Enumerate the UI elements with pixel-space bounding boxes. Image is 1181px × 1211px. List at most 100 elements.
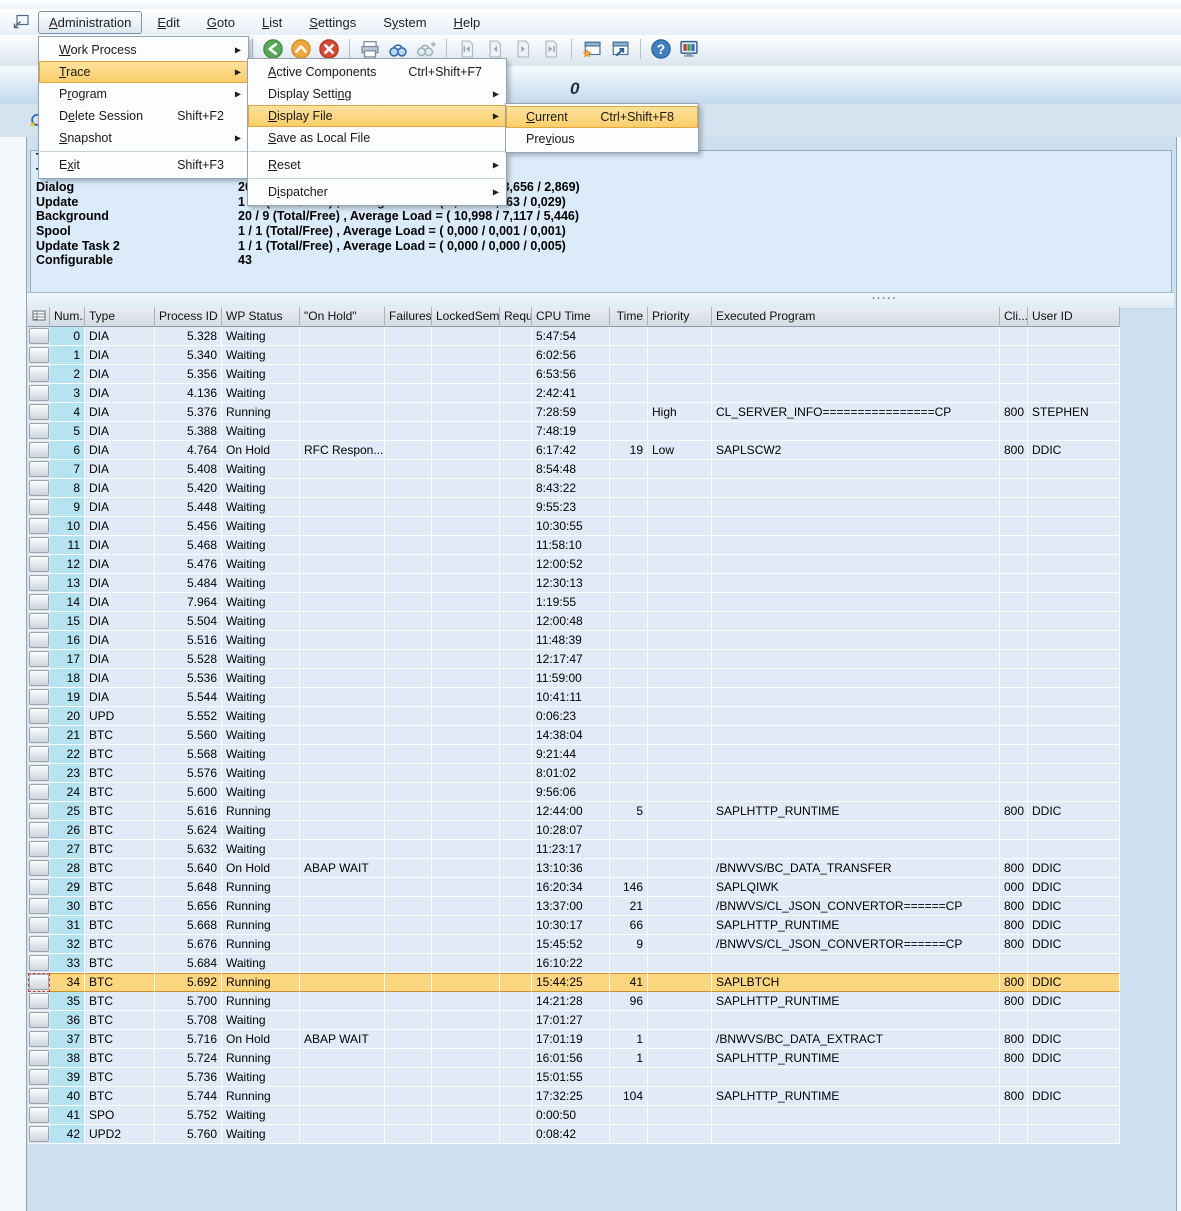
cell-pid[interactable]: 5.668 — [155, 916, 222, 935]
cell-cpu[interactable]: 1:19:55 — [532, 593, 610, 612]
cell-num[interactable]: 7 — [50, 460, 85, 479]
cell-cli[interactable] — [1000, 821, 1028, 840]
cell-time[interactable] — [610, 479, 648, 498]
cell-num[interactable]: 4 — [50, 403, 85, 422]
cell-fail[interactable] — [385, 1087, 432, 1106]
cell-hold[interactable] — [300, 821, 385, 840]
cell-prog[interactable]: CL_SERVER_INFO================CP — [712, 403, 1000, 422]
cell-cli[interactable]: 800 — [1000, 403, 1028, 422]
row-selector[interactable] — [28, 1068, 50, 1087]
back-icon[interactable] — [262, 38, 284, 60]
cell-prog[interactable] — [712, 688, 1000, 707]
column-header-prog[interactable]: Executed Program — [712, 307, 1000, 327]
cell-fail[interactable] — [385, 460, 432, 479]
cell-hold[interactable] — [300, 631, 385, 650]
cell-time[interactable] — [610, 612, 648, 631]
cell-wp[interactable]: Waiting — [222, 346, 300, 365]
cell-wp[interactable]: Waiting — [222, 783, 300, 802]
cell-user[interactable] — [1028, 498, 1120, 517]
cell-num[interactable]: 3 — [50, 384, 85, 403]
cell-pid[interactable]: 4.136 — [155, 384, 222, 403]
cell-cpu[interactable]: 10:41:11 — [532, 688, 610, 707]
row-selector-button[interactable] — [29, 347, 49, 363]
cell-lock[interactable] — [432, 973, 500, 992]
cell-cpu[interactable]: 15:01:55 — [532, 1068, 610, 1087]
cell-requ[interactable] — [500, 802, 532, 821]
cell-time[interactable] — [610, 422, 648, 441]
cell-num[interactable]: 19 — [50, 688, 85, 707]
row-selector[interactable] — [28, 1030, 50, 1049]
cell-hold[interactable] — [300, 745, 385, 764]
cell-wp[interactable]: Running — [222, 916, 300, 935]
cell-cli[interactable] — [1000, 745, 1028, 764]
cell-time[interactable] — [610, 593, 648, 612]
cell-lock[interactable] — [432, 384, 500, 403]
row-selector-button[interactable] — [29, 1012, 49, 1028]
cell-time[interactable]: 19 — [610, 441, 648, 460]
cell-lock[interactable] — [432, 992, 500, 1011]
row-selector[interactable] — [28, 669, 50, 688]
cell-hold[interactable] — [300, 422, 385, 441]
menu-item-trace[interactable]: Trace▶ — [39, 61, 248, 83]
cell-lock[interactable] — [432, 1106, 500, 1125]
cell-prog[interactable] — [712, 555, 1000, 574]
cell-cli[interactable]: 800 — [1000, 916, 1028, 935]
cell-prio[interactable] — [648, 365, 712, 384]
row-selector[interactable] — [28, 954, 50, 973]
cell-lock[interactable] — [432, 498, 500, 517]
cell-wp[interactable]: Waiting — [222, 460, 300, 479]
cell-pid[interactable]: 5.600 — [155, 783, 222, 802]
cell-prog[interactable] — [712, 954, 1000, 973]
cell-cli[interactable] — [1000, 517, 1028, 536]
cell-hold[interactable] — [300, 954, 385, 973]
menu-help[interactable]: Help — [451, 12, 484, 33]
cell-lock[interactable] — [432, 859, 500, 878]
cell-prio[interactable] — [648, 346, 712, 365]
cell-prog[interactable] — [712, 574, 1000, 593]
cell-time[interactable] — [610, 403, 648, 422]
cell-pid[interactable]: 5.340 — [155, 346, 222, 365]
row-selector[interactable] — [28, 878, 50, 897]
cell-lock[interactable] — [432, 346, 500, 365]
row-selector[interactable] — [28, 612, 50, 631]
cell-num[interactable]: 2 — [50, 365, 85, 384]
cell-cpu[interactable]: 0:06:23 — [532, 707, 610, 726]
cell-fail[interactable] — [385, 878, 432, 897]
cell-type[interactable]: BTC — [85, 859, 155, 878]
cell-hold[interactable] — [300, 935, 385, 954]
cell-hold[interactable] — [300, 327, 385, 346]
row-selector[interactable] — [28, 460, 50, 479]
cell-hold[interactable] — [300, 403, 385, 422]
cell-hold[interactable] — [300, 517, 385, 536]
cell-fail[interactable] — [385, 745, 432, 764]
cell-prio[interactable] — [648, 973, 712, 992]
cell-prio[interactable] — [648, 479, 712, 498]
cell-time[interactable]: 9 — [610, 935, 648, 954]
cell-cpu[interactable]: 13:37:00 — [532, 897, 610, 916]
cell-num[interactable]: 31 — [50, 916, 85, 935]
cell-pid[interactable]: 5.648 — [155, 878, 222, 897]
cell-lock[interactable] — [432, 783, 500, 802]
cell-fail[interactable] — [385, 802, 432, 821]
cell-prio[interactable] — [648, 1068, 712, 1087]
cell-prio[interactable] — [648, 726, 712, 745]
cell-prio[interactable] — [648, 555, 712, 574]
cell-user[interactable] — [1028, 346, 1120, 365]
cell-wp[interactable]: Waiting — [222, 384, 300, 403]
cell-requ[interactable] — [500, 1049, 532, 1068]
cell-type[interactable]: DIA — [85, 650, 155, 669]
cell-requ[interactable] — [500, 327, 532, 346]
row-selector[interactable] — [28, 441, 50, 460]
cell-fail[interactable] — [385, 688, 432, 707]
cell-lock[interactable] — [432, 1049, 500, 1068]
cell-cpu[interactable]: 12:17:47 — [532, 650, 610, 669]
cell-user[interactable]: STEPHEN — [1028, 403, 1120, 422]
cell-requ[interactable] — [500, 783, 532, 802]
row-selector-button[interactable] — [29, 1031, 49, 1047]
cell-prog[interactable]: /BNWVS/BC_DATA_TRANSFER — [712, 859, 1000, 878]
cell-prio[interactable] — [648, 783, 712, 802]
cell-user[interactable]: DDIC — [1028, 1087, 1120, 1106]
cell-type[interactable]: UPD2 — [85, 1125, 155, 1144]
cell-wp[interactable]: Waiting — [222, 517, 300, 536]
cell-num[interactable]: 8 — [50, 479, 85, 498]
